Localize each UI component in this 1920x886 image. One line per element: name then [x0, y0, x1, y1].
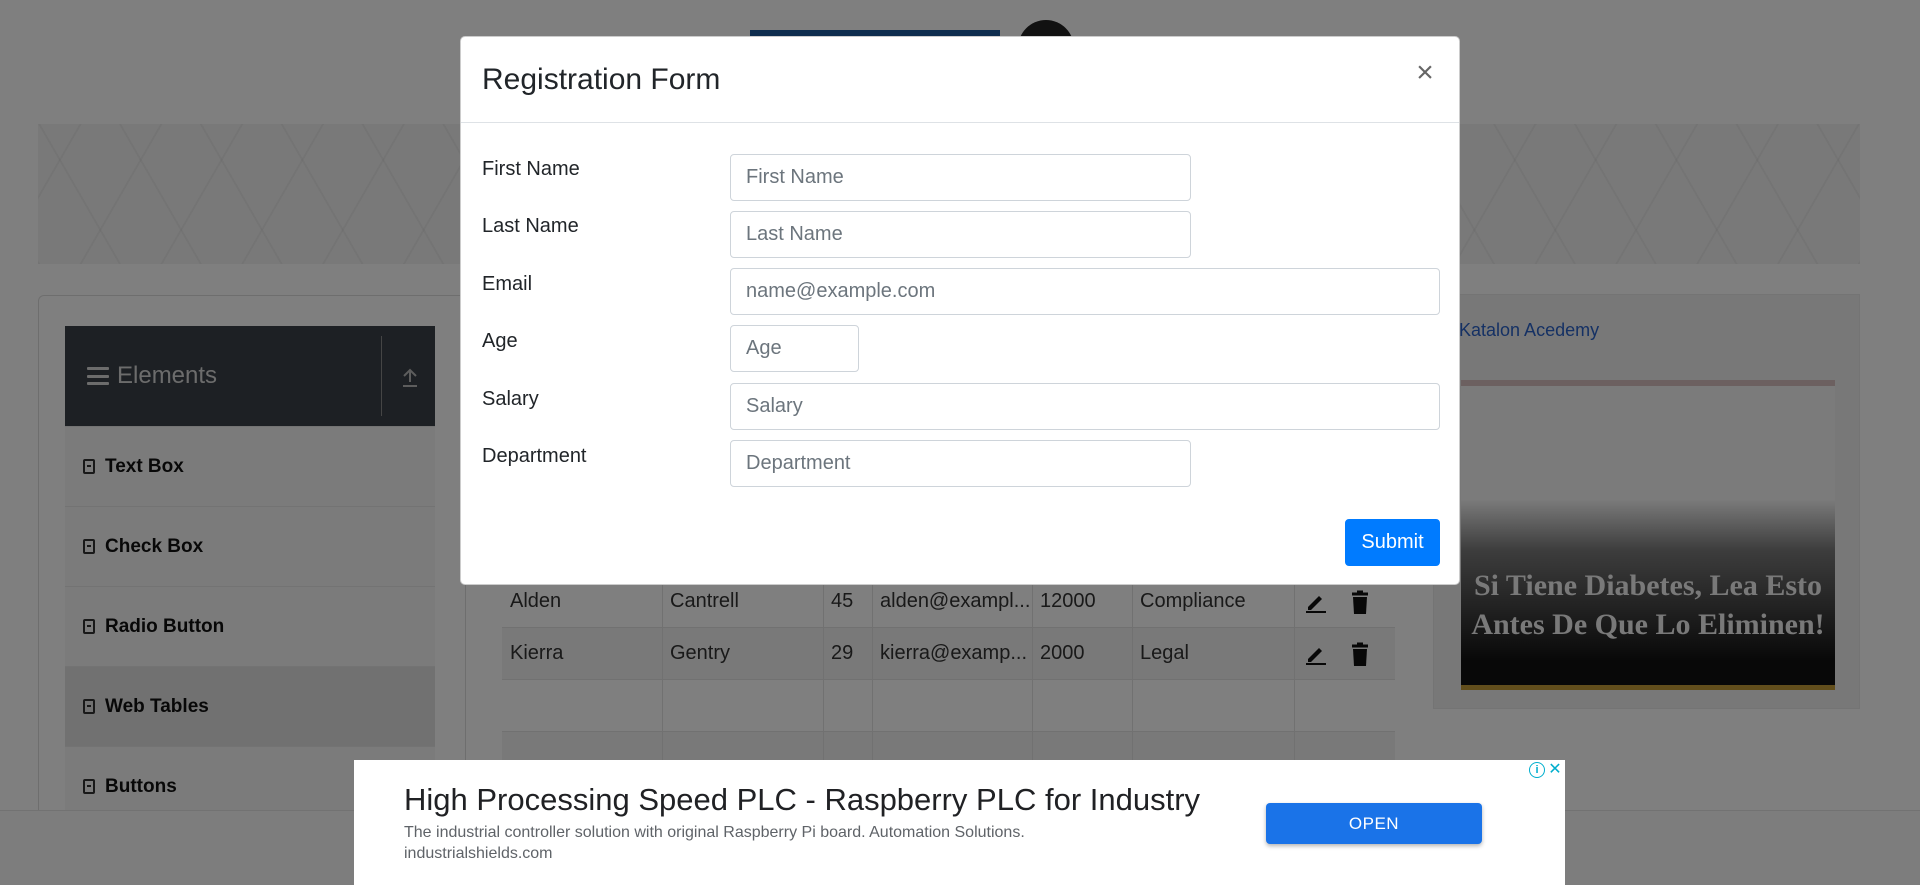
email-input[interactable] [730, 268, 1440, 315]
open-button[interactable]: OPEN [1266, 803, 1482, 844]
last-name-input[interactable] [730, 211, 1191, 258]
close-icon[interactable]: × [1409, 57, 1441, 89]
salary-input[interactable] [730, 383, 1440, 430]
salary-label: Salary [482, 388, 539, 410]
modal-title: Registration Form [482, 63, 721, 96]
adchoices-badge[interactable]: i ✕ [1527, 760, 1565, 780]
department-input[interactable] [730, 440, 1191, 487]
age-input[interactable] [730, 325, 859, 372]
first-name-label: First Name [482, 158, 580, 180]
info-icon[interactable]: i [1529, 762, 1545, 778]
submit-button[interactable]: Submit [1345, 519, 1440, 566]
modal-header: Registration Form × [461, 37, 1459, 123]
ad-title-link[interactable]: High Processing Speed PLC - Raspberry PL… [404, 782, 1200, 818]
first-name-input[interactable] [730, 154, 1191, 201]
last-name-label: Last Name [482, 215, 579, 237]
email-label: Email [482, 273, 533, 295]
ad-domain[interactable]: industrialshields.com [404, 845, 553, 863]
ad-description: The industrial controller solution with … [404, 824, 1025, 841]
age-label: Age [482, 330, 518, 352]
close-icon[interactable]: ✕ [1547, 762, 1563, 778]
bottom-advertisement[interactable]: High Processing Speed PLC - Raspberry PL… [354, 760, 1565, 885]
department-label: Department [482, 445, 587, 467]
registration-modal: Registration Form × First Name Last Name… [460, 36, 1460, 585]
